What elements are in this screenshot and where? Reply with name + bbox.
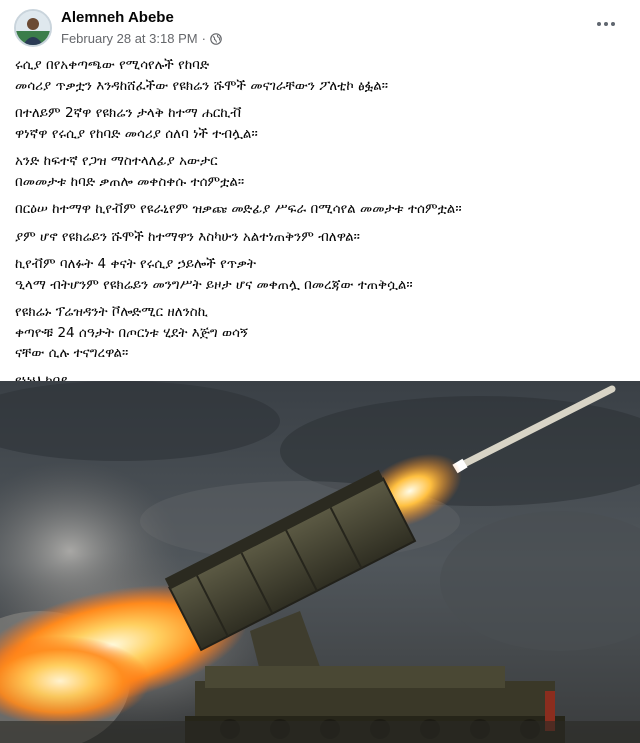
avatar-image	[16, 11, 50, 45]
post-paragraph: የዩክሬኑ ፕሬዝዳንት ቮሎድሚር ዘለንስኪ ቀጣዮቹ 24 ሰዓታት በጦር…	[15, 302, 625, 364]
post-text-line: ቀጣዮቹ 24 ሰዓታት በጦርነቱ ሂደት እጅግ ወሳኝ	[15, 324, 248, 341]
post-text-line: በመመታቱ ከባድ ቃጠሎ መቀስቀሱ ተሰምቷል።	[15, 173, 245, 190]
more-options-icon[interactable]	[594, 14, 618, 34]
post-text-line: የዩክሬኑ ፕሬዝዳንት ቮሎድሚር ዘለንስኪ	[15, 304, 208, 320]
post-text: ሩሲያ በየአቀጣጫው የሚሳየሉች የከባድ መሳሪያ ጥቃቷን እንዳከሸፈች…	[15, 55, 625, 398]
post-paragraph: ሩሲያ በየአቀጣጫው የሚሳየሉች የከባድ መሳሪያ ጥቃቷን እንዳከሸፈች…	[15, 55, 625, 96]
post-text-line: አንድ ከፍተኛ የጋዝ ማስተላለፊያ አውታር	[15, 153, 218, 169]
post-text-line: ኪየቭም ባለፉት 4 ቀናት የሩሲያ ኃይሎች የጥቃት	[15, 256, 256, 272]
post-paragraph: ኪየቭም ባለፉት 4 ቀናት የሩሲያ ኃይሎች የጥቃት ዒላማ ብትሆንም …	[15, 254, 625, 295]
post-paragraph: ያም ሆኖ የዩክሬይን ሹሞች ከተማዋን እስካሁን አልተነጠቅንም ብለ…	[15, 227, 625, 248]
author-avatar[interactable]	[14, 9, 52, 47]
post-paragraph: በርዕሠ ከተማዋ ኪየቭም የዩራኒየም ዝቃጩ መድፊያ ሥፍራ በሚሳየል…	[15, 199, 625, 220]
rocket-launcher-photo	[0, 381, 640, 743]
post-text-line: ዒላማ ብትሆንም የዩክሬይን መንግሥት ይዞታ ሆና መቀጠሏ በመረጃው…	[15, 276, 413, 293]
post-date[interactable]: February 28 at 3:18 PM	[61, 31, 198, 46]
post-photo[interactable]	[0, 381, 640, 743]
post-text-line: በርዕሠ ከተማዋ ኪየቭም የዩራኒየም ዝቃጩ መድፊያ ሥፍራ በሚሳየል…	[15, 201, 462, 217]
post-text-line: መሳሪያ ጥቃቷን እንዳከሸፈችው የዩክሬን ሹሞች መናገራቸውን ፖለቲ…	[15, 77, 389, 94]
post-text-line: ሩሲያ በየአቀጣጫው የሚሳየሉች የከባድ	[15, 57, 210, 73]
globe-icon	[210, 32, 222, 45]
post-text-line: ዋነኛዋ የሩሲያ የከባድ መሳሪያ ሰለባ ነች ተብሏል።	[15, 125, 258, 142]
post-paragraph: አንድ ከፍተኛ የጋዝ ማስተላለፊያ አውታር በመመታቱ ከባድ ቃጠሎ መ…	[15, 151, 625, 192]
post-text-line: ናቸው ሲሉ ተናግረዋል።	[15, 345, 129, 361]
post-text-line: በተለይም 2ኛዋ የዩክሬን ታላቅ ከተማ ሐርኪቭ	[15, 105, 242, 121]
author-name[interactable]: Alemneh Abebe	[61, 9, 174, 26]
post-header: Alemneh Abebe February 28 at 3:18 PM ·	[0, 0, 640, 52]
facebook-post: Alemneh Abebe February 28 at 3:18 PM · ሩ…	[0, 0, 640, 743]
post-meta: February 28 at 3:18 PM ·	[61, 31, 222, 46]
post-text-line: ያም ሆኖ የዩክሬይን ሹሞች ከተማዋን እስካሁን አልተነጠቅንም ብለ…	[15, 228, 360, 245]
meta-separator: ·	[201, 31, 206, 46]
post-paragraph: በተለይም 2ኛዋ የዩክሬን ታላቅ ከተማ ሐርኪቭ ዋነኛዋ የሩሲያ የከ…	[15, 103, 625, 144]
